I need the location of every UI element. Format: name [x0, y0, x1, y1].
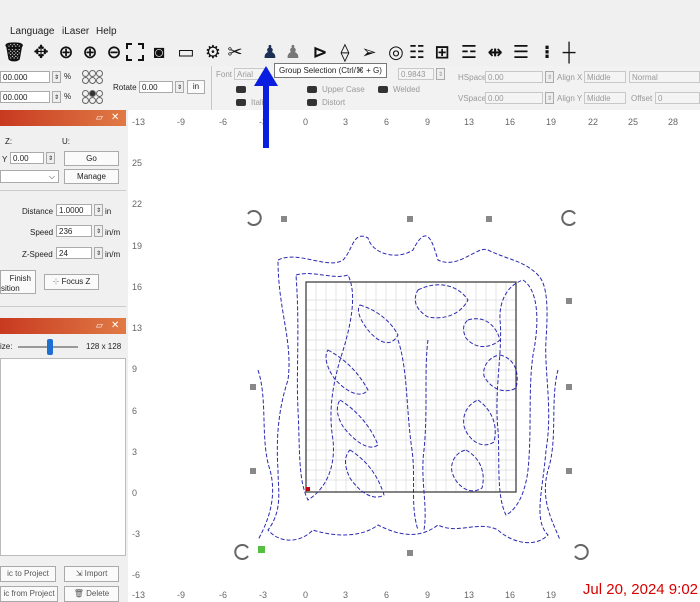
- alignx-select[interactable]: Middle: [584, 71, 626, 83]
- upper-case-label: Upper Case: [322, 85, 365, 94]
- x-spinner[interactable]: ⇕: [52, 71, 61, 83]
- horizontal-ruler: -13 -9 -6 -3 0 3 6 9 13 16 19 22 25 28: [132, 117, 679, 127]
- normal-select[interactable]: Normal: [629, 71, 700, 83]
- ungroup-icon[interactable]: ♟: [282, 40, 304, 64]
- hspace-field[interactable]: 0.00: [485, 71, 543, 83]
- design-canvas[interactable]: Jul 20, 2024 9:02: [128, 110, 700, 602]
- anchor-center[interactable]: [89, 90, 96, 97]
- alignx-label: Align X: [557, 73, 583, 82]
- gear-icon[interactable]: ⚙: [202, 40, 224, 64]
- trash-icon: 🗑: [73, 589, 84, 598]
- height-field[interactable]: 0.9843: [398, 68, 434, 80]
- flip-icon[interactable]: ⊳: [309, 40, 331, 64]
- finish-position-button[interactable]: Finish sition: [0, 270, 36, 294]
- menu-language[interactable]: Language: [10, 26, 55, 37]
- space-icon[interactable]: ⇹: [484, 40, 506, 64]
- vspace-label: VSpace: [458, 94, 487, 103]
- zoom-out-icon[interactable]: ⊖: [103, 40, 125, 64]
- trash-icon[interactable]: 🗑: [3, 40, 26, 64]
- aligny-select[interactable]: Middle: [584, 92, 626, 104]
- rotate-label: Rotate: [113, 83, 137, 92]
- center-icon[interactable]: ┼: [558, 40, 580, 64]
- chevron-down-icon: ⌵: [48, 172, 55, 181]
- align-icon[interactable]: ☷: [406, 40, 428, 64]
- annotation-arrow: [254, 66, 278, 148]
- menu-help[interactable]: Help: [96, 26, 117, 37]
- timestamp: Jul 20, 2024 9:02: [582, 581, 698, 598]
- close-icon[interactable]: ✕: [111, 112, 119, 123]
- to-project-button[interactable]: ic to Project: [0, 566, 56, 582]
- distort-label: Distort: [322, 98, 346, 107]
- move-icon[interactable]: ✥: [30, 40, 52, 64]
- float-icon[interactable]: ▱: [96, 112, 103, 123]
- list-icon[interactable]: ⁝: [536, 40, 558, 64]
- left-panel: ▱ ✕ Z: U: Y 0.00 ⇕ Go ⌵ Manage Distance …: [0, 110, 129, 602]
- menu-ilaser[interactable]: iLaser: [62, 26, 89, 37]
- x-field[interactable]: 00.000: [0, 71, 50, 83]
- delete-button[interactable]: 🗑 Delete: [64, 586, 119, 602]
- zoom-in-icon[interactable]: ⊕: [79, 40, 101, 64]
- size-slider[interactable]: [47, 339, 53, 355]
- font-label: Font: [216, 70, 233, 79]
- canvas-drawing: [234, 210, 589, 560]
- focus-icon: ⊹: [52, 277, 60, 286]
- position-select[interactable]: ⌵: [0, 170, 59, 183]
- vspace-field[interactable]: 0.00: [485, 92, 543, 104]
- array-icon[interactable]: ☲: [458, 40, 480, 64]
- camera-icon[interactable]: ◙: [148, 40, 170, 64]
- preview-area: [0, 358, 126, 556]
- tools-icon[interactable]: ✂: [224, 40, 246, 64]
- mirror-icon[interactable]: ⟠: [334, 40, 356, 64]
- frame-select-icon[interactable]: [124, 40, 146, 64]
- from-project-button[interactable]: ic from Project: [0, 586, 58, 602]
- hspace-label: HSpace: [458, 73, 487, 82]
- y-spinner[interactable]: ⇕: [52, 91, 61, 103]
- go-button[interactable]: Go: [64, 151, 119, 166]
- welded-label: Welded: [393, 85, 420, 94]
- y-position-field[interactable]: 0.00: [10, 152, 44, 164]
- offset-field[interactable]: 0: [655, 92, 700, 104]
- focus-z-button[interactable]: ⊹ Focus Z: [44, 274, 99, 290]
- distance-field[interactable]: 1.0000: [56, 204, 92, 216]
- offset-label: Offset: [631, 94, 653, 103]
- close-icon[interactable]: ✕: [111, 320, 119, 331]
- menu-bar: Language iLaser Help: [0, 22, 700, 40]
- distribute-icon[interactable]: ⊞: [431, 40, 453, 64]
- aligny-label: Align Y: [557, 94, 583, 103]
- rotate-field[interactable]: 0.00: [139, 81, 173, 93]
- units-button[interactable]: in: [187, 80, 205, 94]
- bottom-ruler: -13 -9 -6 -3 0 3 6 9 13 16 19: [132, 590, 557, 600]
- tooltip: Group Selection (Ctrl/⌘ + G): [274, 63, 387, 78]
- y-field[interactable]: 00.000: [0, 91, 50, 103]
- manage-button[interactable]: Manage: [64, 169, 119, 184]
- import-icon: ⇲: [75, 569, 83, 578]
- group-icon[interactable]: ♟: [259, 40, 281, 64]
- import-button[interactable]: ⇲ Import: [64, 566, 119, 582]
- send-icon[interactable]: ➢: [358, 40, 380, 64]
- speed-field[interactable]: 236: [56, 225, 92, 237]
- grid-icon[interactable]: ☰: [510, 40, 532, 64]
- vertical-ruler: 25 22 19 16 13 9 6 3 0 -3 -6: [132, 158, 143, 580]
- target-icon[interactable]: ◎: [385, 40, 407, 64]
- monitor-icon[interactable]: ▭: [175, 40, 197, 64]
- zoom-icon[interactable]: ⊕: [55, 40, 77, 64]
- float-icon[interactable]: ▱: [96, 320, 103, 331]
- move-panel-header: ▱ ✕: [0, 110, 126, 126]
- zspeed-field[interactable]: 24: [56, 247, 92, 259]
- preview-panel-header: ▱ ✕: [0, 318, 126, 334]
